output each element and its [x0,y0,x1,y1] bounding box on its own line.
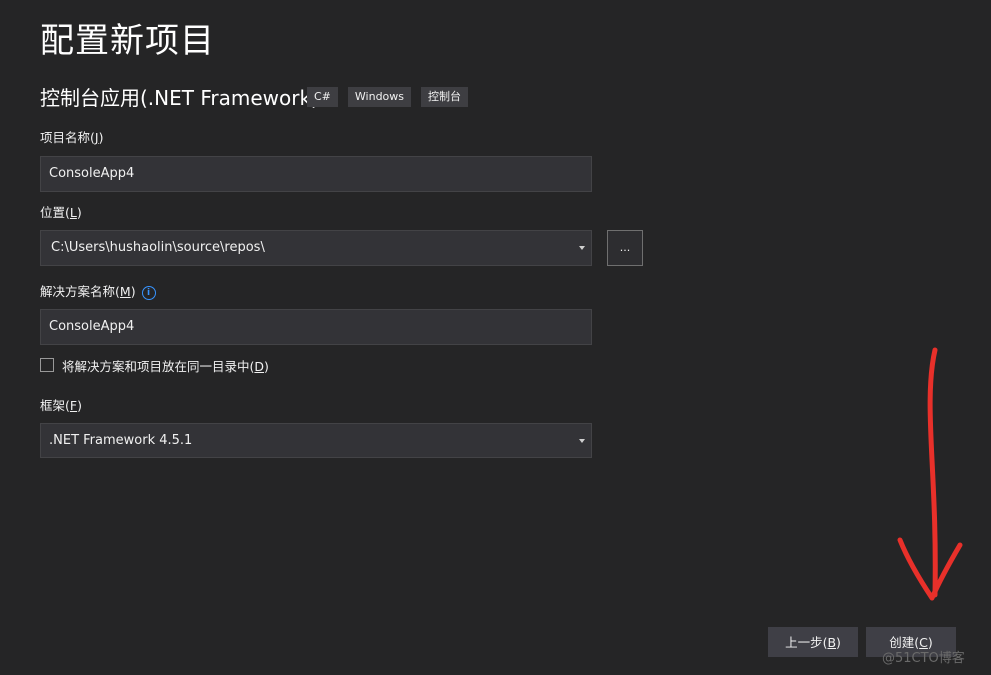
info-icon[interactable]: i [141,285,156,300]
framework-dropdown[interactable]: .NET Framework 4.5.1 [40,423,592,458]
chevron-down-icon [579,439,585,443]
solution-name-label: 解决方案名称(M) i [40,283,156,301]
annotation-arrow [897,347,963,601]
tag-platform: Windows [347,87,412,107]
framework-label: 框架(F) [40,398,82,413]
back-button[interactable]: 上一步(B) [768,627,858,657]
template-name: 控制台应用(.NET Framework) [40,86,319,110]
same-directory-label[interactable]: 将解决方案和项目放在同一目录中(D) [62,358,269,376]
tag-project-type: 控制台 [421,87,469,107]
chevron-down-icon [579,246,585,250]
browse-button[interactable]: ... [607,230,643,266]
page-title: 配置新项目 [40,21,215,61]
project-name-label: 项目名称(J) [40,130,104,145]
solution-name-input[interactable]: ConsoleApp4 [40,309,592,345]
location-label: 位置(L) [40,205,82,220]
tag-language: C# [307,87,338,107]
template-tags: C# Windows 控制台 [307,87,469,107]
location-value: C:\Users\hushaolin\source\repos\ [51,240,265,255]
location-dropdown[interactable]: C:\Users\hushaolin\source\repos\ [40,230,592,266]
same-directory-checkbox[interactable] [40,358,54,372]
project-name-input[interactable]: ConsoleApp4 [40,156,592,192]
framework-value: .NET Framework 4.5.1 [49,433,193,448]
watermark: @51CTO博客 [882,651,965,666]
